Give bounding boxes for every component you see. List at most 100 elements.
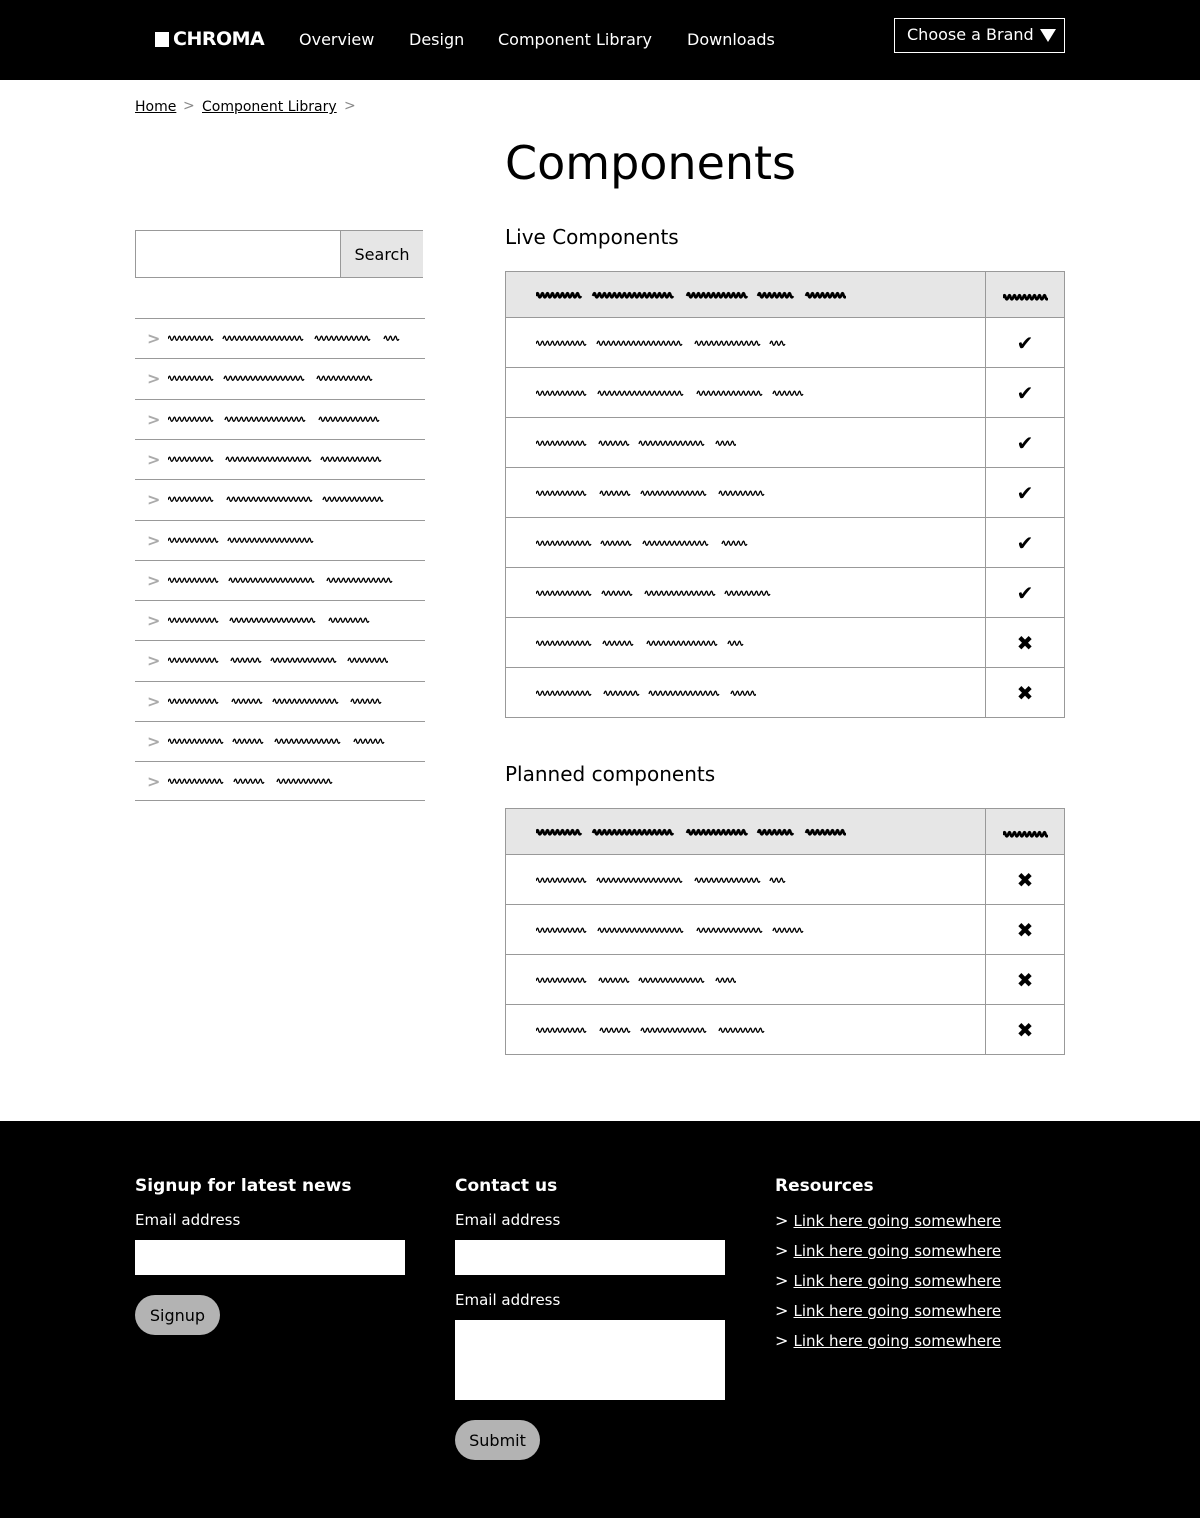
placeholder-text xyxy=(535,1027,765,1033)
placeholder-text xyxy=(535,977,737,983)
footer: Signup for latest news Email address Sig… xyxy=(0,1121,1200,1518)
table-row: ✖ xyxy=(505,954,1065,1005)
breadcrumb-component-library[interactable]: Component Library xyxy=(202,99,337,115)
nav-design[interactable]: Design xyxy=(409,30,464,49)
placeholder-text xyxy=(535,340,786,346)
contact-message-textarea[interactable] xyxy=(455,1320,725,1400)
resource-link-item: > Link here going somewhere xyxy=(775,1331,1001,1350)
table-row: ✔ xyxy=(505,567,1065,618)
sidebar-item[interactable]: > xyxy=(135,398,425,439)
check-icon: ✔ xyxy=(1016,430,1034,455)
cross-icon: ✖ xyxy=(1016,867,1034,892)
resource-link-item: > Link here going somewhere xyxy=(775,1301,1001,1320)
planned-components-heading: Planned components xyxy=(505,762,716,786)
cross-icon: ✖ xyxy=(1016,967,1034,992)
signup-heading: Signup for latest news xyxy=(135,1176,352,1196)
sidebar-item[interactable]: > xyxy=(135,438,425,479)
chevron-right-icon: > xyxy=(147,490,161,510)
sidebar-item[interactable]: > xyxy=(135,519,425,560)
contact-message-label: Email address xyxy=(455,1291,561,1309)
placeholder-text xyxy=(168,456,382,462)
placeholder-text xyxy=(168,335,400,341)
resource-link[interactable]: Link here going somewhere xyxy=(794,1332,1002,1350)
resource-link[interactable]: Link here going somewhere xyxy=(794,1242,1002,1260)
resource-link-item: > Link here going somewhere xyxy=(775,1241,1001,1260)
placeholder-text xyxy=(1001,830,1049,838)
chevron-right-icon: > xyxy=(775,1271,794,1290)
resource-link[interactable]: Link here going somewhere xyxy=(794,1302,1002,1320)
search-input[interactable] xyxy=(136,231,340,277)
table-row: ✖ xyxy=(505,854,1065,905)
placeholder-text xyxy=(535,927,804,933)
placeholder-text xyxy=(168,698,382,704)
search-box: Search xyxy=(135,230,423,278)
resource-link[interactable]: Link here going somewhere xyxy=(794,1272,1002,1290)
table-row: ✖ xyxy=(505,1004,1065,1055)
chevron-right-icon: > xyxy=(147,449,161,469)
placeholder-text xyxy=(168,738,385,744)
chevron-right-icon: > xyxy=(147,732,161,751)
sidebar-item[interactable]: > xyxy=(135,600,425,640)
placeholder-text xyxy=(535,490,765,496)
placeholder-text xyxy=(168,778,333,785)
nav-component-library[interactable]: Component Library xyxy=(498,30,652,49)
sidebar-item[interactable]: > xyxy=(135,640,425,680)
nav-downloads[interactable]: Downloads xyxy=(687,30,775,49)
logo[interactable]: CHROMA xyxy=(155,28,265,50)
signup-email-label: Email address xyxy=(135,1211,241,1229)
live-components-table: ✔ ✔ ✔ ✔ ✔ ✔ ✖ ✖ xyxy=(505,271,1065,718)
logo-icon xyxy=(155,31,169,47)
placeholder-text xyxy=(535,390,804,396)
resource-link[interactable]: Link here going somewhere xyxy=(794,1212,1002,1230)
table-row: ✖ xyxy=(505,904,1065,955)
sidebar-item[interactable]: > xyxy=(135,318,425,358)
sidebar-item[interactable]: > xyxy=(135,680,425,721)
page-title: Components xyxy=(505,136,797,190)
contact-email-input[interactable] xyxy=(455,1240,725,1275)
search-button[interactable]: Search xyxy=(340,231,423,277)
submit-button[interactable]: Submit xyxy=(455,1420,540,1460)
brand-select-label: Choose a Brand xyxy=(907,25,1034,44)
nav-overview[interactable]: Overview xyxy=(299,30,374,49)
placeholder-text xyxy=(534,828,848,836)
placeholder-text xyxy=(168,577,393,583)
table-row: ✔ xyxy=(505,417,1065,468)
signup-email-input[interactable] xyxy=(135,1240,405,1275)
top-nav: CHROMA Overview Design Component Library… xyxy=(0,0,1200,80)
table-row: ✔ xyxy=(505,317,1065,368)
breadcrumb-separator-icon: > xyxy=(183,98,195,114)
check-icon: ✔ xyxy=(1016,380,1034,405)
signup-button[interactable]: Signup xyxy=(135,1295,220,1335)
placeholder-text xyxy=(535,540,748,546)
placeholder-text xyxy=(535,440,737,446)
placeholder-text xyxy=(1001,293,1049,301)
placeholder-text xyxy=(168,375,373,382)
contact-email-label: Email address xyxy=(455,1211,561,1229)
sidebar-item[interactable]: > xyxy=(135,358,425,398)
chevron-right-icon: > xyxy=(147,772,161,792)
chevron-right-icon: > xyxy=(147,691,161,711)
logo-text: CHROMA xyxy=(173,28,265,50)
dropdown-arrow-icon xyxy=(1040,29,1056,42)
brand-select[interactable]: Choose a Brand xyxy=(894,18,1065,53)
table-row: ✔ xyxy=(505,467,1065,518)
breadcrumb-separator-icon: > xyxy=(344,98,356,114)
sidebar-item[interactable]: > xyxy=(135,761,425,802)
resource-link-item: > Link here going somewhere xyxy=(775,1271,1001,1290)
placeholder-text xyxy=(535,877,786,883)
table-row: ✔ xyxy=(505,517,1065,568)
contact-heading: Contact us xyxy=(455,1176,558,1196)
sidebar-item[interactable]: > xyxy=(135,721,425,761)
placeholder-text xyxy=(168,416,380,422)
resource-link-item: > Link here going somewhere xyxy=(775,1211,1001,1230)
sidebar-item[interactable]: > xyxy=(135,479,425,519)
chevron-right-icon: > xyxy=(775,1301,794,1320)
table-header xyxy=(505,808,1065,855)
chevron-right-icon: > xyxy=(775,1241,794,1260)
sidebar-item[interactable]: > xyxy=(135,559,425,600)
breadcrumb-home[interactable]: Home xyxy=(135,99,176,115)
planned-components-table: ✖ ✖ ✖ ✖ xyxy=(505,808,1065,1055)
table-row: ✔ xyxy=(505,367,1065,418)
placeholder-text xyxy=(168,537,314,543)
check-icon: ✔ xyxy=(1016,330,1034,355)
